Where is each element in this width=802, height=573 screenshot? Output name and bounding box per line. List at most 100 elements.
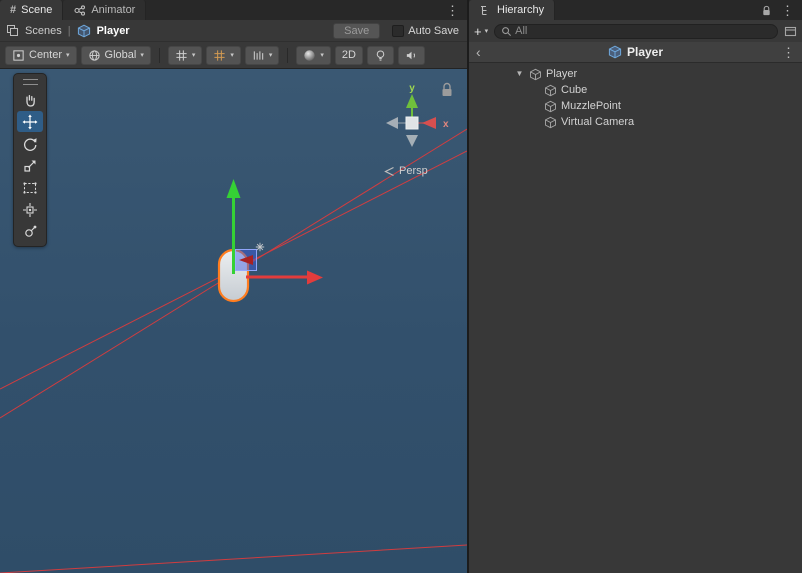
caret-down-icon: ▾ bbox=[66, 51, 70, 59]
gizmo-y-axis[interactable] bbox=[406, 94, 418, 118]
axis-x-label: x bbox=[443, 119, 449, 130]
orientation-gizmo[interactable]: y x bbox=[364, 77, 464, 155]
gizmo-left-axis[interactable] bbox=[386, 117, 406, 129]
hand-icon bbox=[22, 92, 38, 108]
scene-pane-menu-icon[interactable]: ⋮ bbox=[446, 4, 459, 17]
create-object-button[interactable]: + ▾ bbox=[474, 25, 488, 38]
tree-row-label: Player bbox=[546, 68, 578, 80]
hierarchy-search[interactable] bbox=[494, 23, 778, 39]
unity-editor-window: # Scene Animator ⋮ Scenes | Player Save … bbox=[0, 0, 802, 573]
prefab-cube-icon bbox=[608, 45, 622, 59]
grid-snap-icon bbox=[213, 49, 226, 62]
shaded-sphere-icon bbox=[303, 49, 316, 62]
hierarchy-pane-menu-icon[interactable]: ⋮ bbox=[781, 4, 794, 17]
prefab-mode-header: ‹ Player ⋮ bbox=[469, 42, 802, 63]
pane-divider[interactable] bbox=[467, 0, 469, 573]
breadcrumb-current[interactable]: Player bbox=[97, 25, 130, 37]
handle-orientation-label: Global bbox=[104, 49, 137, 61]
move-tool-button[interactable] bbox=[17, 111, 43, 132]
prefab-cube-icon bbox=[77, 24, 91, 38]
tab-scene[interactable]: # Scene bbox=[0, 0, 64, 20]
scene-grid-icon: # bbox=[10, 4, 17, 16]
tool-palette-handle[interactable] bbox=[22, 79, 38, 85]
hierarchy-tree: ▼ Player Cube MuzzlePoint Virtual Camera bbox=[469, 63, 802, 573]
tab-animator[interactable]: Animator bbox=[63, 0, 147, 20]
plus-icon: + bbox=[474, 23, 482, 39]
shading-mode-dropdown[interactable]: ▾ bbox=[296, 45, 331, 65]
scenes-collection-icon bbox=[6, 24, 19, 37]
tree-row-label: Virtual Camera bbox=[561, 116, 635, 128]
scene-pane: # Scene Animator ⋮ Scenes | Player Save … bbox=[0, 0, 467, 573]
breadcrumb-scenes[interactable]: Scenes bbox=[25, 25, 62, 37]
caret-down-icon: ▾ bbox=[140, 51, 144, 59]
grid-icon bbox=[175, 49, 188, 62]
view-tool-button[interactable] bbox=[17, 89, 43, 110]
gameobject-cube-icon bbox=[544, 84, 557, 97]
prefab-name: Player bbox=[626, 45, 664, 59]
custom-tool-icon bbox=[22, 224, 38, 240]
save-button[interactable]: Save bbox=[333, 22, 381, 39]
scale-icon bbox=[22, 158, 38, 174]
caret-down-icon: ▾ bbox=[191, 51, 196, 59]
toolbar-separator bbox=[158, 47, 160, 63]
pivot-mode-label: Center bbox=[29, 49, 63, 61]
toolbar-separator bbox=[287, 47, 289, 63]
tab-animator-label: Animator bbox=[91, 4, 136, 16]
prefab-header-menu-icon[interactable]: ⋮ bbox=[782, 46, 795, 59]
auto-save-checkbox[interactable] bbox=[392, 24, 405, 37]
breadcrumb-separator: | bbox=[67, 24, 71, 37]
increment-snap-icon bbox=[252, 49, 265, 62]
2d-toggle-label: 2D bbox=[341, 49, 356, 61]
rect-tool-button[interactable] bbox=[17, 177, 43, 198]
tree-row-virtual-camera[interactable]: Virtual Camera bbox=[469, 114, 802, 130]
rect-tool-icon bbox=[22, 180, 38, 196]
scene-audio-toggle[interactable] bbox=[397, 45, 425, 65]
projection-toggle[interactable]: Persp bbox=[384, 165, 428, 177]
scale-tool-button[interactable] bbox=[17, 155, 43, 176]
caret-down-icon: ▾ bbox=[268, 51, 273, 59]
caret-down-icon: ▾ bbox=[320, 51, 324, 59]
increment-snap-button[interactable]: ▾ bbox=[244, 45, 280, 65]
handle-orientation-dropdown[interactable]: Global ▾ bbox=[80, 45, 151, 65]
auto-save-label: Auto Save bbox=[408, 24, 459, 37]
hierarchy-tabstrip: Hierarchy ⋮ bbox=[469, 0, 802, 20]
scene-view-toolbar: Center ▾ Global ▾ ▾ ▾ ▾ ▾ 2D bbox=[0, 42, 467, 69]
hierarchy-icon bbox=[479, 4, 492, 17]
move-arrows-icon bbox=[22, 114, 38, 130]
light-bulb-icon bbox=[374, 49, 387, 62]
sparkle-gizmo-icon bbox=[255, 242, 265, 252]
tree-row-cube[interactable]: Cube bbox=[469, 82, 802, 98]
tree-row-muzzlepoint[interactable]: MuzzlePoint bbox=[469, 98, 802, 114]
gizmo-down-axis[interactable] bbox=[406, 135, 418, 147]
grid-snapping-button[interactable]: ▾ bbox=[206, 45, 241, 65]
scene-viewport[interactable]: y x Persp bbox=[0, 69, 467, 573]
foldout-icon[interactable]: ▼ bbox=[514, 70, 525, 78]
transform-combo-icon bbox=[22, 202, 38, 218]
globe-icon bbox=[88, 49, 101, 62]
custom-tool-button[interactable] bbox=[17, 221, 43, 242]
transform-tool-button[interactable] bbox=[17, 199, 43, 220]
tree-row-label: Cube bbox=[561, 84, 588, 96]
animator-icon bbox=[73, 4, 86, 17]
scene-lighting-toggle[interactable] bbox=[366, 45, 394, 65]
search-input[interactable] bbox=[515, 25, 771, 37]
tab-scene-label: Scene bbox=[21, 4, 53, 16]
tab-hierarchy[interactable]: Hierarchy bbox=[469, 0, 556, 20]
pivot-mode-dropdown[interactable]: Center ▾ bbox=[5, 45, 77, 65]
caret-down-icon: ▾ bbox=[484, 27, 489, 35]
rotate-tool-button[interactable] bbox=[17, 133, 43, 154]
move-gizmo-x-arrow[interactable] bbox=[246, 270, 323, 285]
prefab-breadcrumb-bar: Scenes | Player Save Auto Save bbox=[0, 20, 467, 42]
rotate-icon bbox=[22, 136, 38, 152]
2d-view-toggle[interactable]: 2D bbox=[334, 45, 363, 65]
projection-label: Persp bbox=[399, 165, 428, 177]
detach-window-icon[interactable] bbox=[784, 25, 797, 37]
lock-icon[interactable] bbox=[761, 4, 772, 17]
grid-visibility-button[interactable]: ▾ bbox=[167, 45, 203, 65]
prefab-back-button[interactable]: ‹ bbox=[476, 45, 481, 59]
hierarchy-pane: Hierarchy ⋮ + ▾ ‹ Player ⋮ bbox=[469, 0, 802, 573]
tree-row-player[interactable]: ▼ Player bbox=[469, 66, 802, 82]
gizmo-lock-icon[interactable] bbox=[442, 82, 452, 97]
gizmo-center-cube[interactable] bbox=[405, 116, 419, 130]
gizmo-x-axis[interactable] bbox=[418, 117, 436, 129]
